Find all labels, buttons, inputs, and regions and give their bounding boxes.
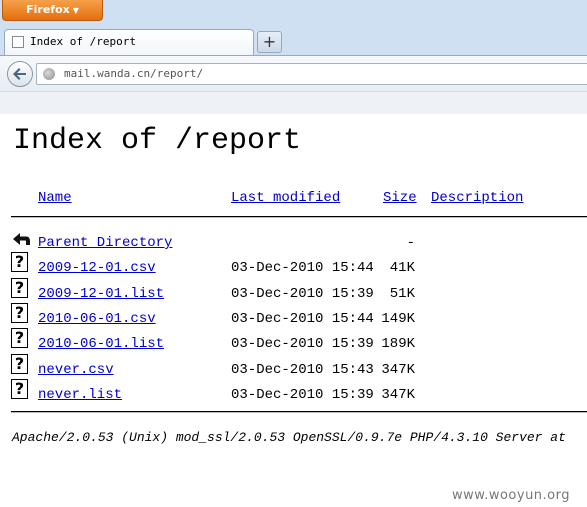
unknown-file-icon: ? bbox=[11, 278, 28, 298]
entry-link[interactable]: 2009-12-01.list bbox=[38, 286, 164, 302]
url-text: mail.wanda.cn/report/ bbox=[64, 67, 203, 80]
list-item: Parent Directory - bbox=[0, 233, 587, 257]
url-host: mail.wanda.cn bbox=[64, 67, 151, 80]
list-item: ? 2009-12-01.list 03-Dec-2010 15:39 51K bbox=[0, 278, 587, 308]
url-bar[interactable]: mail.wanda.cn/report/ bbox=[36, 63, 587, 85]
divider bbox=[11, 216, 587, 218]
back-folder-icon bbox=[13, 233, 30, 245]
entry-link[interactable]: 2009-12-01.csv bbox=[38, 260, 156, 276]
entry-size: 51K bbox=[389, 286, 415, 302]
entry-size: 347K bbox=[381, 362, 415, 378]
favicon-blank-icon bbox=[12, 36, 24, 48]
entry-size: 149K bbox=[381, 311, 415, 327]
sort-by-size-link[interactable]: Size bbox=[383, 190, 417, 206]
unknown-file-icon: ? bbox=[11, 379, 28, 399]
browser-chrome: Firefox ▼ Index of /report + mail.wanda.c… bbox=[0, 0, 587, 114]
list-item: ? never.csv 03-Dec-2010 15:43 347K bbox=[0, 354, 587, 384]
entry-link[interactable]: never.list bbox=[38, 387, 122, 403]
entry-date: 03-Dec-2010 15:44 bbox=[231, 311, 374, 327]
entry-size: 189K bbox=[381, 336, 415, 352]
entry-size: - bbox=[406, 235, 415, 251]
list-item: ? 2010-06-01.list 03-Dec-2010 15:39 189K bbox=[0, 328, 587, 358]
unknown-file-icon: ? bbox=[11, 252, 28, 272]
list-item: ? 2009-12-01.csv 03-Dec-2010 15:44 41K bbox=[0, 252, 587, 282]
entry-date: 03-Dec-2010 15:39 bbox=[231, 387, 374, 403]
url-path: /report/ bbox=[150, 67, 204, 80]
entry-date: 03-Dec-2010 15:43 bbox=[231, 362, 374, 378]
firefox-menu-label: Firefox bbox=[26, 3, 70, 16]
entry-link[interactable]: never.csv bbox=[38, 362, 114, 378]
watermark: www.wooyun.org bbox=[452, 488, 571, 503]
back-button[interactable] bbox=[7, 61, 33, 87]
unknown-file-icon: ? bbox=[11, 354, 28, 374]
entry-date: 03-Dec-2010 15:39 bbox=[231, 336, 374, 352]
server-signature: Apache/2.0.53 (Unix) mod_ssl/2.0.53 Open… bbox=[12, 430, 566, 445]
entry-size: 41K bbox=[389, 260, 415, 276]
unknown-file-icon: ? bbox=[11, 328, 28, 348]
page-title: Index of /report bbox=[13, 124, 302, 158]
entry-link[interactable]: Parent Directory bbox=[38, 235, 172, 251]
back-arrow-icon bbox=[13, 68, 26, 80]
entry-link[interactable]: 2010-06-01.list bbox=[38, 336, 164, 352]
new-tab-button[interactable]: + bbox=[257, 31, 282, 53]
toolbar-strip bbox=[0, 91, 587, 114]
list-item: ? never.list 03-Dec-2010 15:39 347K bbox=[0, 379, 587, 409]
divider bbox=[11, 411, 587, 413]
entry-link[interactable]: 2010-06-01.csv bbox=[38, 311, 156, 327]
chevron-down-icon: ▼ bbox=[72, 6, 79, 15]
tab-title: Index of /report bbox=[30, 35, 136, 48]
globe-icon bbox=[43, 68, 55, 80]
entry-size: 347K bbox=[381, 387, 415, 403]
sort-by-name-link[interactable]: Name bbox=[38, 190, 72, 206]
navigation-toolbar: mail.wanda.cn/report/ bbox=[0, 55, 587, 92]
listing-header: Name Last modified Size Description bbox=[0, 190, 587, 210]
sort-by-last-modified-link[interactable]: Last modified bbox=[231, 190, 340, 206]
unknown-file-icon: ? bbox=[11, 303, 28, 323]
sort-by-description-link[interactable]: Description bbox=[431, 190, 523, 206]
entry-date: 03-Dec-2010 15:44 bbox=[231, 260, 374, 276]
entry-date: 03-Dec-2010 15:39 bbox=[231, 286, 374, 302]
new-tab-icon: + bbox=[262, 32, 277, 51]
tab-index-of-report[interactable]: Index of /report bbox=[4, 29, 254, 55]
firefox-menu-button[interactable]: Firefox ▼ bbox=[2, 0, 103, 21]
list-item: ? 2010-06-01.csv 03-Dec-2010 15:44 149K bbox=[0, 303, 587, 333]
